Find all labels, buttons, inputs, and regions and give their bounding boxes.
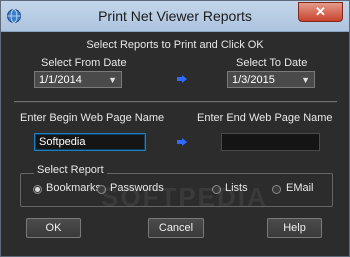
title-bar[interactable]: Print Net Viewer Reports ✕ [1, 1, 349, 32]
ok-button[interactable]: OK [26, 218, 81, 238]
from-date-label: Select From Date [41, 57, 127, 69]
bookmarks-radio[interactable] [33, 185, 42, 194]
close-button[interactable]: ✕ [298, 2, 343, 22]
to-date-label: Select To Date [236, 57, 308, 69]
select-report-label: Select Report [34, 164, 107, 176]
instruction-text: Select Reports to Print and Click OK [86, 39, 264, 51]
arrow-right-icon [177, 75, 187, 83]
chevron-down-icon: ▼ [301, 75, 310, 85]
arrow-right-icon [177, 138, 187, 146]
window-title: Print Net Viewer Reports [98, 8, 252, 24]
chevron-down-icon: ▼ [108, 75, 117, 85]
to-date-value: 1/3/2015 [232, 74, 275, 86]
passwords-label[interactable]: Passwords [110, 182, 164, 194]
to-date-select[interactable]: 1/3/2015 ▼ [227, 71, 315, 88]
end-page-input[interactable] [221, 133, 320, 151]
lists-label[interactable]: Lists [225, 182, 248, 194]
email-label[interactable]: EMail [286, 182, 314, 194]
from-date-value: 1/1/2014 [39, 74, 82, 86]
passwords-radio[interactable] [97, 185, 106, 194]
lists-radio[interactable] [212, 185, 221, 194]
begin-page-label: Enter Begin Web Page Name [20, 112, 165, 124]
cancel-button[interactable]: Cancel [148, 218, 204, 238]
end-page-label: Enter End Web Page Name [197, 112, 333, 124]
bookmarks-label[interactable]: Bookmarks [46, 182, 101, 194]
email-radio[interactable] [272, 185, 281, 194]
help-button[interactable]: Help [267, 218, 322, 238]
print-reports-dialog: Print Net Viewer Reports ✕ Select Report… [0, 0, 350, 257]
divider [14, 101, 337, 103]
begin-page-input[interactable]: Softpedia [34, 133, 146, 151]
from-date-select[interactable]: 1/1/2014 ▼ [34, 71, 122, 88]
